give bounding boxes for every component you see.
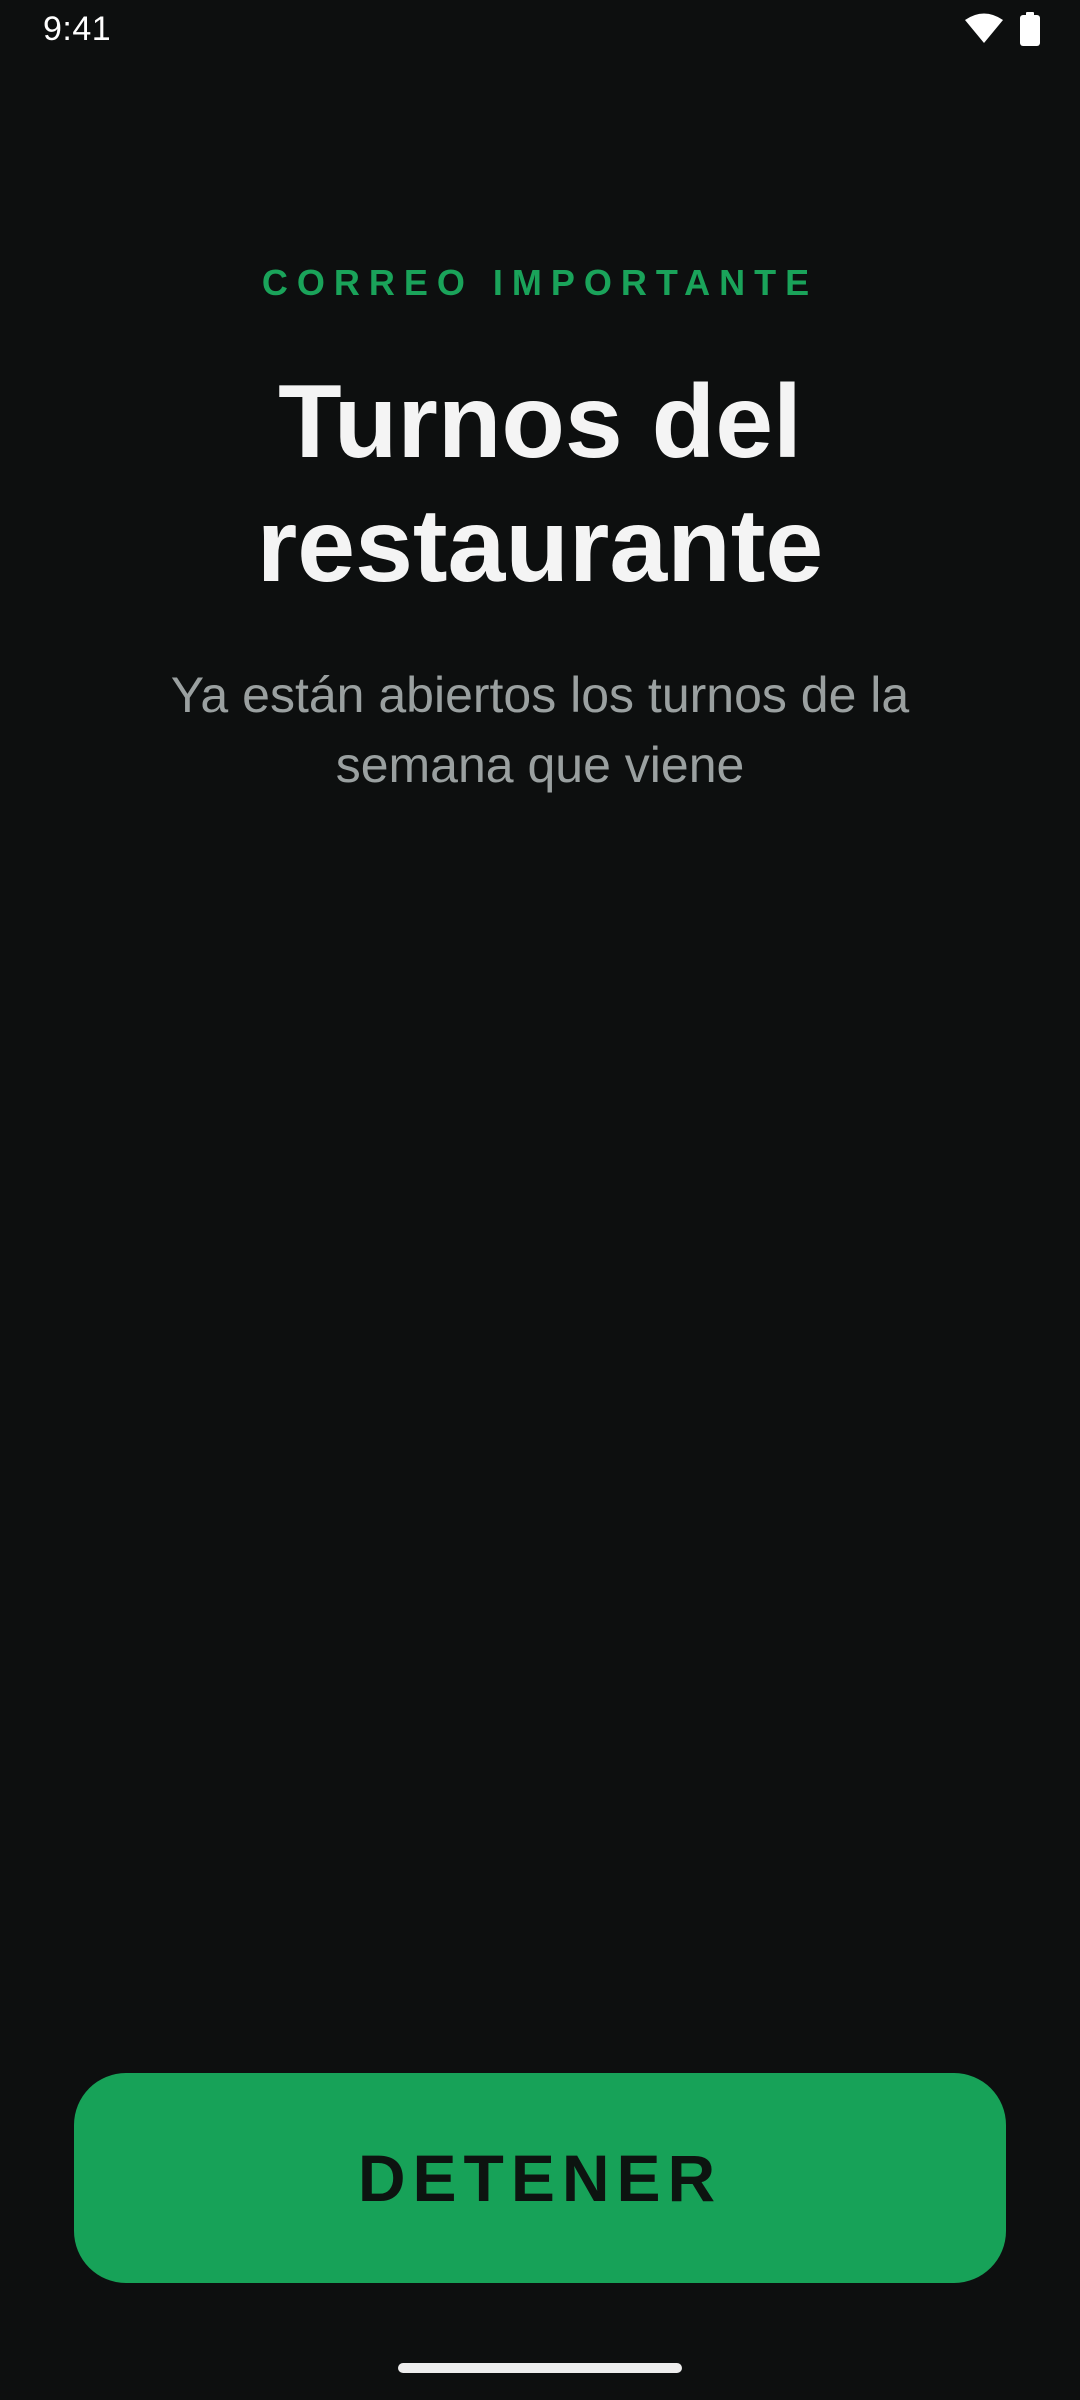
alarm-subtitle: Ya están abiertos los turnos de la seman… (170, 667, 910, 793)
status-bar: 9:41 (0, 0, 1080, 62)
battery-icon (1020, 12, 1040, 46)
wifi-icon (964, 13, 1004, 45)
status-time: 9:41 (43, 10, 112, 48)
alarm-title: Turnos del restaurante (256, 364, 824, 604)
home-indicator[interactable] (398, 2363, 682, 2373)
notification-category-label: CORREO IMPORTANTE (261, 262, 819, 303)
status-icons (964, 12, 1040, 46)
stop-button[interactable]: DETENER (74, 2073, 1006, 2283)
